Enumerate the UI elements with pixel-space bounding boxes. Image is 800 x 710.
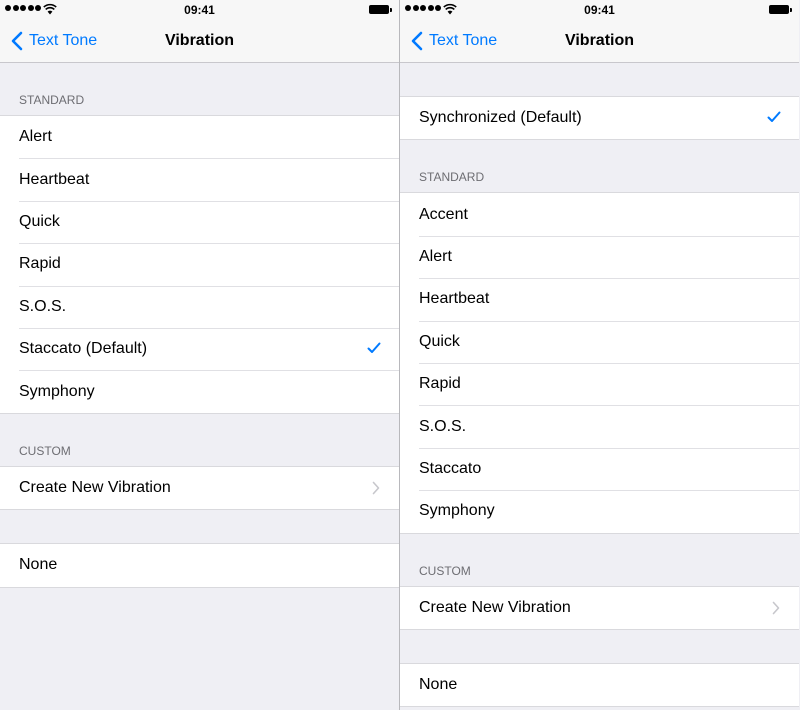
- battery-icon: [769, 5, 792, 14]
- option-label: Heartbeat: [19, 170, 90, 188]
- navigation-bar: Text Tone Vibration: [0, 20, 399, 63]
- status-time: 09:41: [584, 3, 615, 17]
- vibration-option[interactable]: S.O.S.: [0, 285, 399, 328]
- create-new-vibration-row[interactable]: Create New Vibration: [0, 467, 399, 509]
- section-header-custom: CUSTOM: [419, 563, 471, 578]
- chevron-right-icon: [372, 481, 380, 495]
- checkmark-icon: [767, 111, 781, 122]
- checkmark-icon: [367, 342, 381, 353]
- vibration-option[interactable]: Alert: [0, 116, 399, 158]
- vibration-option[interactable]: Quick: [400, 320, 799, 363]
- section-header-standard: STANDARD: [19, 93, 85, 107]
- option-label: Rapid: [19, 255, 61, 273]
- option-label: None: [19, 556, 58, 574]
- option-label: S.O.S.: [19, 297, 67, 315]
- vibration-option[interactable]: Symphony: [400, 490, 799, 532]
- custom-group: Create New Vibration: [400, 585, 799, 630]
- option-label: Heartbeat: [419, 290, 490, 308]
- custom-group: Create New Vibration: [0, 465, 399, 511]
- option-label: Create New Vibration: [19, 478, 171, 496]
- option-label: Alert: [419, 247, 452, 265]
- none-group: None: [400, 662, 799, 708]
- option-label: Synchronized (Default): [419, 109, 582, 127]
- status-bar: 09:41: [400, 0, 799, 20]
- option-label: Symphony: [19, 382, 95, 400]
- page-title: Vibration: [164, 32, 235, 49]
- vibration-option[interactable]: Rapid: [400, 362, 799, 405]
- option-label: S.O.S.: [419, 417, 467, 435]
- vibration-option[interactable]: Accent: [400, 193, 799, 235]
- navigation-bar: Text Tone Vibration: [400, 20, 799, 63]
- standard-group: Accent Alert Heartbeat Quick Rapid S.O.S…: [400, 192, 799, 534]
- vibration-option[interactable]: S.O.S.: [400, 405, 799, 447]
- option-label: Staccato (Default): [19, 340, 148, 358]
- status-bar: 09:41: [0, 0, 399, 20]
- left-screen: 09:41 Text Tone Vibration STANDARD Alert…: [0, 0, 399, 710]
- vibration-option-selected[interactable]: Staccato (Default): [0, 327, 399, 370]
- status-time: 09:41: [184, 3, 215, 17]
- synchronized-group: Synchronized (Default): [400, 96, 799, 141]
- vibration-option[interactable]: Heartbeat: [400, 278, 799, 320]
- section-header-standard: STANDARD: [419, 170, 485, 185]
- option-label: Create New Vibration: [419, 598, 571, 616]
- option-label: Staccato: [419, 459, 482, 477]
- option-label: Accent: [419, 205, 468, 223]
- standard-group: Alert Heartbeat Quick Rapid S.O.S. Stacc…: [0, 115, 399, 414]
- vibration-option[interactable]: Quick: [0, 200, 399, 243]
- vibration-option[interactable]: Alert: [400, 235, 799, 278]
- none-option[interactable]: None: [0, 544, 399, 586]
- option-label: Rapid: [419, 375, 461, 393]
- none-option[interactable]: None: [400, 664, 799, 706]
- vibration-option[interactable]: Staccato: [400, 447, 799, 490]
- synchronized-option-selected[interactable]: Synchronized (Default): [400, 97, 799, 139]
- section-header-custom: CUSTOM: [19, 443, 71, 458]
- option-label: Symphony: [419, 502, 495, 520]
- none-group: None: [0, 543, 399, 588]
- right-screen: 09:41 Text Tone Vibration Synchronized (…: [400, 0, 799, 710]
- option-label: Quick: [19, 212, 60, 230]
- chevron-right-icon: [772, 601, 780, 614]
- option-label: None: [419, 676, 458, 694]
- option-label: Alert: [19, 128, 52, 146]
- screens-container: 09:41 Text Tone Vibration STANDARD Alert…: [0, 0, 800, 710]
- create-new-vibration-row[interactable]: Create New Vibration: [400, 587, 799, 629]
- vibration-option[interactable]: Heartbeat: [0, 158, 399, 200]
- battery-icon: [369, 5, 392, 14]
- vibration-option[interactable]: Symphony: [0, 370, 399, 412]
- page-title: Vibration: [564, 32, 635, 49]
- option-label: Quick: [419, 332, 460, 350]
- vibration-option[interactable]: Rapid: [0, 243, 399, 285]
